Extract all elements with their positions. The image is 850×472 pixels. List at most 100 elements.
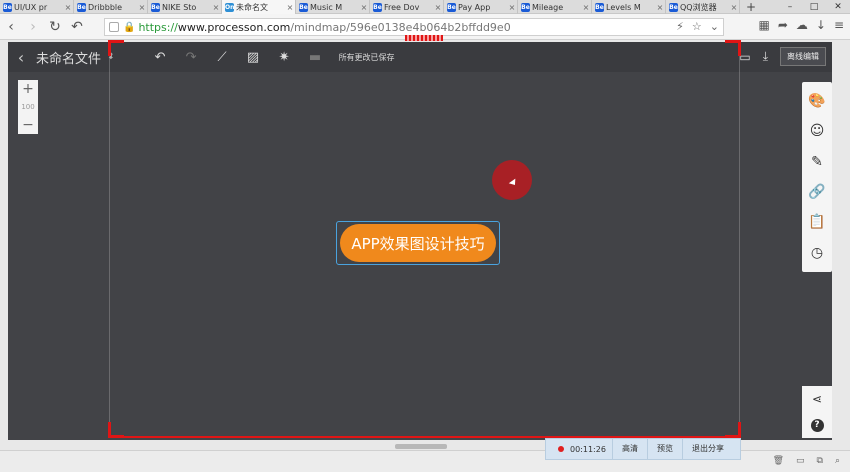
behance-icon: Be bbox=[373, 2, 382, 12]
menu-icon[interactable]: ≡ bbox=[834, 18, 844, 32]
close-icon[interactable]: × bbox=[433, 3, 443, 12]
behance-icon: Be bbox=[447, 2, 456, 12]
window-controls: – □ ✕ bbox=[778, 0, 850, 14]
browser-tab[interactable]: Be Levels M × bbox=[592, 0, 666, 14]
search-icon[interactable]: ⌕ bbox=[835, 456, 840, 466]
browser-tab-active[interactable]: On 未命名文 × bbox=[222, 0, 296, 14]
share-frame-grip[interactable] bbox=[405, 35, 443, 41]
file-menu-icon[interactable]: ⬍ bbox=[107, 52, 115, 62]
horizontal-scrollbar[interactable] bbox=[395, 444, 447, 449]
central-topic-node[interactable]: APP效果图设计技巧 bbox=[340, 224, 496, 262]
offline-edit-button[interactable]: 离线编辑 bbox=[780, 47, 826, 66]
tab-title: QQ浏览器 bbox=[680, 2, 717, 12]
bookmark-star-icon[interactable]: ☆ bbox=[692, 20, 702, 33]
zoom-level: 100 bbox=[21, 103, 35, 111]
close-icon[interactable]: × bbox=[729, 3, 739, 12]
close-icon[interactable]: × bbox=[359, 3, 369, 12]
behance-icon: Be bbox=[299, 2, 308, 12]
emoji-icon[interactable]: ☺ bbox=[810, 123, 825, 139]
trash-icon[interactable]: 🗑 bbox=[773, 456, 784, 466]
browser-tab[interactable]: Be Dribbble × bbox=[74, 0, 148, 14]
maximize-icon[interactable]: □ bbox=[802, 0, 826, 14]
browser-tools: ▦ ➦ ☁ ↓ ≡ bbox=[758, 18, 844, 32]
close-icon[interactable]: × bbox=[507, 3, 517, 12]
link-icon[interactable]: 🔗 bbox=[808, 184, 825, 200]
browser-tab[interactable]: Be Music M × bbox=[296, 0, 370, 14]
recording-control-bar: 00:11:26 高清 预览 退出分享 bbox=[545, 438, 741, 460]
browser-tab[interactable]: Be Free Dov × bbox=[370, 0, 444, 14]
shield-icon bbox=[109, 22, 119, 32]
new-tab-button[interactable]: + bbox=[740, 0, 762, 14]
close-icon[interactable]: × bbox=[581, 3, 591, 12]
behance-icon: Be bbox=[669, 2, 678, 12]
zoom-in-icon[interactable]: + bbox=[22, 82, 34, 96]
save-status: 所有更改已保存 bbox=[338, 52, 395, 62]
image-icon[interactable]: ▨ bbox=[238, 50, 269, 65]
tab-title: Levels M bbox=[606, 2, 641, 12]
tab-title: Music M bbox=[310, 2, 343, 12]
note-icon[interactable]: ✎ bbox=[811, 154, 823, 170]
close-icon[interactable]: × bbox=[63, 3, 73, 12]
undo-close-icon[interactable]: ↶ bbox=[66, 19, 88, 35]
link-line-icon[interactable]: ⟋ bbox=[207, 50, 238, 65]
browser-tab[interactable]: Be QQ浏览器 × bbox=[666, 0, 740, 14]
behance-icon: Be bbox=[151, 2, 160, 12]
tab-title: Free Dov bbox=[384, 2, 420, 12]
download-icon[interactable]: ⤓ bbox=[763, 49, 768, 64]
back-icon[interactable]: ‹ bbox=[8, 48, 34, 67]
back-icon[interactable]: ‹ bbox=[0, 19, 22, 35]
reload-icon[interactable]: ↻ bbox=[44, 19, 66, 35]
presentation-icon[interactable]: ▭ bbox=[739, 50, 750, 64]
hd-button[interactable]: 高清 bbox=[612, 438, 647, 460]
history-icon[interactable]: ◷ bbox=[811, 245, 823, 261]
palette-icon[interactable]: 🎨 bbox=[808, 93, 825, 109]
browser-tab[interactable]: Be Pay App × bbox=[444, 0, 518, 14]
close-icon[interactable]: × bbox=[211, 3, 221, 12]
minimize-icon[interactable]: – bbox=[778, 0, 802, 14]
clipboard-icon[interactable]: 📋 bbox=[808, 214, 825, 230]
forward-icon[interactable]: › bbox=[22, 19, 44, 35]
redo-icon[interactable]: ↷ bbox=[176, 50, 207, 65]
tab-title: NIKE Sto bbox=[162, 2, 197, 12]
close-icon[interactable]: × bbox=[285, 3, 295, 12]
behance-icon: Be bbox=[77, 2, 86, 12]
browser-tab[interactable]: Be Mileage × bbox=[518, 0, 592, 14]
zoom-out-icon[interactable]: − bbox=[22, 118, 34, 132]
url-host: www.processon.com bbox=[177, 20, 291, 34]
cloud-icon[interactable]: ☁ bbox=[796, 18, 808, 32]
undo-icon[interactable]: ↶ bbox=[145, 50, 176, 65]
central-node-selection[interactable]: APP效果图设计技巧 bbox=[336, 221, 500, 265]
close-icon[interactable]: × bbox=[137, 3, 147, 12]
url-field[interactable]: 🔒 https://www.processon.com/mindmap/596e… bbox=[104, 18, 724, 36]
zoom-control: + 100 − bbox=[18, 80, 38, 134]
tab-title: Pay App bbox=[458, 2, 491, 12]
format-painter-icon[interactable]: ▬ bbox=[300, 50, 331, 65]
recording-dot-icon bbox=[558, 446, 564, 452]
browser-tab-bar: Be UI/UX pr × Be Dribbble × Be NIKE Sto × On 未命… bbox=[0, 0, 850, 14]
help-icon[interactable]: ? bbox=[810, 418, 824, 432]
lock-icon: 🔒 bbox=[123, 21, 136, 33]
close-icon[interactable]: × bbox=[655, 3, 665, 12]
dropdown-icon[interactable]: ⌄ bbox=[710, 20, 719, 33]
behance-icon: Be bbox=[3, 2, 12, 12]
browser-tab[interactable]: Be NIKE Sto × bbox=[148, 0, 222, 14]
preview-button[interactable]: 预览 bbox=[647, 438, 682, 460]
browser-tab[interactable]: Be UI/UX pr × bbox=[0, 0, 74, 14]
recording-timer: 00:11:26 bbox=[570, 444, 606, 454]
file-name[interactable]: 未命名文件 bbox=[36, 48, 101, 67]
magic-style-icon[interactable]: ✷ bbox=[269, 50, 300, 65]
window-icon[interactable]: ▭ bbox=[796, 456, 805, 466]
share-icon[interactable]: ⋖ bbox=[812, 392, 822, 406]
share-arrow-icon[interactable]: ➦ bbox=[778, 18, 788, 32]
close-window-icon[interactable]: ✕ bbox=[826, 0, 850, 14]
processon-icon: On bbox=[225, 2, 235, 12]
right-tool-panel: 🎨 ☺ ✎ 🔗 📋 ◷ bbox=[802, 82, 832, 272]
tab-title: Dribbble bbox=[88, 2, 123, 12]
url-path: /mindmap/596e0138e4b064b2bffdd9e0 bbox=[290, 20, 511, 34]
download-icon[interactable]: ↓ bbox=[816, 18, 826, 32]
url-protocol: https:// bbox=[138, 20, 178, 34]
apps-icon[interactable]: ▦ bbox=[758, 18, 769, 32]
restore-icon[interactable]: ⧉ bbox=[817, 456, 823, 466]
exit-share-button[interactable]: 退出分享 bbox=[682, 438, 733, 460]
lightning-icon[interactable]: ⚡ bbox=[676, 20, 684, 33]
